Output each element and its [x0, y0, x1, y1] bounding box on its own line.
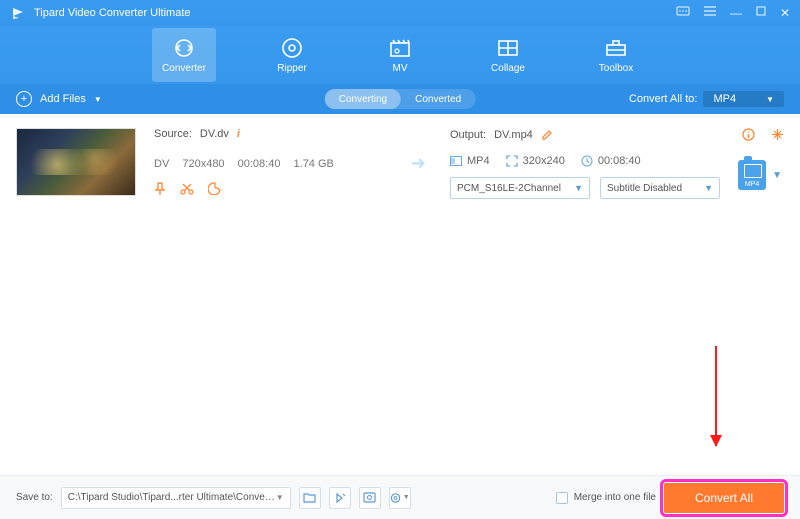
- save-to-label: Save to:: [16, 492, 53, 503]
- add-files-button[interactable]: + Add Files ▼: [16, 91, 102, 107]
- ripper-icon: [281, 37, 303, 59]
- resolution-icon: [506, 155, 518, 167]
- subtitle-select-value: Subtitle Disabled: [607, 183, 682, 194]
- source-filename: DV.dv: [200, 128, 229, 140]
- convert-all-to: Convert All to: MP4 ▼: [629, 91, 784, 107]
- convert-all-format-select[interactable]: MP4 ▼: [703, 91, 784, 107]
- source-size: 1.74 GB: [294, 158, 334, 170]
- chevron-down-icon: ▼: [574, 183, 583, 193]
- app-logo: [10, 5, 26, 21]
- convert-all-format-value: MP4: [713, 93, 736, 105]
- toolbox-icon: [605, 37, 627, 59]
- window-controls: — ✕: [676, 6, 790, 20]
- maximize-icon[interactable]: [756, 6, 766, 20]
- source-container: DV: [154, 158, 169, 170]
- output-resolution: 320x240: [523, 155, 565, 167]
- converter-icon: [173, 37, 195, 59]
- tab-label: MV: [393, 63, 408, 74]
- edit-icon[interactable]: [541, 129, 553, 141]
- footer: Save to: C:\Tipard Studio\Tipard...rter …: [0, 475, 800, 519]
- merge-checkbox[interactable]: Merge into one file: [556, 492, 656, 504]
- info-circle-icon[interactable]: [742, 128, 755, 141]
- output-label: Output:: [450, 129, 486, 141]
- tab-collage[interactable]: Collage: [476, 28, 540, 82]
- tab-ripper[interactable]: Ripper: [260, 28, 324, 82]
- tab-label: Collage: [491, 63, 525, 74]
- chevron-down-icon: ▼: [403, 494, 410, 501]
- chevron-down-icon: ▼: [276, 493, 284, 502]
- mode-tabs: Converting Converted: [325, 89, 476, 109]
- feedback-icon[interactable]: [676, 6, 690, 20]
- open-folder-button[interactable]: [299, 487, 321, 509]
- tab-label: Converter: [162, 63, 206, 74]
- info-icon[interactable]: i: [237, 128, 240, 140]
- tab-label: Toolbox: [599, 63, 633, 74]
- output-filename: DV.mp4: [494, 129, 533, 141]
- audio-select[interactable]: PCM_S16LE-2Channel ▼: [450, 177, 590, 199]
- output-format-badge[interactable]: MP4 ▼: [738, 160, 782, 190]
- menu-icon[interactable]: [704, 6, 716, 20]
- mv-icon: [389, 37, 411, 59]
- output-duration: 00:08:40: [598, 155, 641, 167]
- source-actions: [154, 182, 387, 196]
- convert-all-label: Convert All to:: [629, 93, 697, 105]
- source-resolution: 720x480: [182, 158, 224, 170]
- merge-label: Merge into one file: [574, 492, 656, 503]
- source-meta: DV 720x480 00:08:40 1.74 GB: [154, 158, 387, 170]
- palette-icon[interactable]: [208, 182, 222, 196]
- collage-icon: [497, 37, 519, 59]
- gpu-button[interactable]: [359, 487, 381, 509]
- titlebar: Tipard Video Converter Ultimate — ✕: [0, 0, 800, 26]
- tab-mv[interactable]: MV: [368, 28, 432, 82]
- chevron-down-icon: ▼: [94, 95, 102, 104]
- tab-label: Ripper: [277, 63, 306, 74]
- speed-button[interactable]: [329, 487, 351, 509]
- chevron-down-icon[interactable]: ▼: [772, 170, 782, 181]
- content-area: Source: DV.dv i DV 720x480 00:08:40 1.74…: [0, 114, 800, 475]
- save-path-select[interactable]: C:\Tipard Studio\Tipard...rter Ultimate\…: [61, 487, 291, 509]
- minimize-icon[interactable]: —: [730, 6, 742, 20]
- tab-toolbox[interactable]: Toolbox: [584, 28, 648, 82]
- main-toolbar: Converter Ripper MV Collage Toolbox: [0, 26, 800, 84]
- annotation-arrow: [715, 346, 717, 446]
- mode-converting[interactable]: Converting: [325, 89, 401, 109]
- duration-icon: [581, 155, 593, 167]
- mode-converted[interactable]: Converted: [401, 89, 475, 109]
- close-icon[interactable]: ✕: [780, 6, 790, 20]
- app-title: Tipard Video Converter Ultimate: [34, 7, 676, 19]
- plus-icon: +: [16, 91, 32, 107]
- format-badge: MP4: [738, 160, 766, 190]
- file-item: Source: DV.dv i DV 720x480 00:08:40 1.74…: [16, 128, 784, 199]
- add-files-label: Add Files: [40, 93, 86, 105]
- chevron-down-icon: ▼: [766, 95, 774, 104]
- checkbox-icon: [556, 492, 568, 504]
- format-icon: [450, 156, 462, 166]
- chevron-down-icon: ▼: [704, 183, 713, 193]
- output-selects: PCM_S16LE-2Channel ▼ Subtitle Disabled ▼: [450, 177, 784, 199]
- tab-converter[interactable]: Converter: [152, 28, 216, 82]
- cut-icon[interactable]: [180, 182, 194, 196]
- output-meta: MP4 320x240 00:08:40: [450, 155, 784, 167]
- source-duration: 00:08:40: [238, 158, 281, 170]
- arrow-icon: ➜: [411, 153, 426, 174]
- pin-icon[interactable]: [154, 182, 166, 196]
- video-thumbnail[interactable]: [16, 128, 136, 196]
- audio-select-value: PCM_S16LE-2Channel: [457, 183, 561, 194]
- output-container: MP4: [467, 155, 490, 167]
- badge-label: MP4: [745, 181, 759, 188]
- compress-icon[interactable]: [771, 128, 784, 141]
- subtitle-select[interactable]: Subtitle Disabled ▼: [600, 177, 720, 199]
- subbar: + Add Files ▼ Converting Converted Conve…: [0, 84, 800, 114]
- source-label: Source:: [154, 128, 192, 140]
- save-path-value: C:\Tipard Studio\Tipard...rter Ultimate\…: [68, 492, 276, 503]
- source-column: Source: DV.dv i DV 720x480 00:08:40 1.74…: [154, 128, 387, 199]
- output-column: Output: DV.mp4 MP4 320x240 00:08:40 PCM_…: [450, 128, 784, 199]
- convert-all-button[interactable]: Convert All: [664, 483, 784, 513]
- settings-button[interactable]: ▼: [389, 487, 411, 509]
